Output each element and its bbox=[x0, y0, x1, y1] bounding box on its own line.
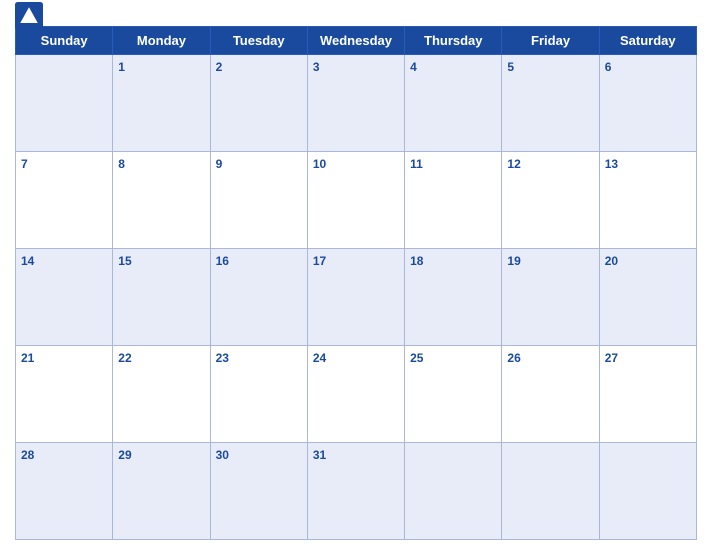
calendar-cell: 9 bbox=[210, 152, 307, 249]
day-number: 19 bbox=[507, 254, 520, 268]
calendar-cell: 20 bbox=[599, 249, 696, 346]
day-number: 8 bbox=[118, 157, 125, 171]
day-number: 27 bbox=[605, 351, 618, 365]
logo bbox=[15, 2, 47, 30]
day-number: 17 bbox=[313, 254, 326, 268]
calendar-cell: 2 bbox=[210, 55, 307, 152]
calendar-cell bbox=[405, 443, 502, 540]
calendar-cell: 13 bbox=[599, 152, 696, 249]
calendar-cell: 21 bbox=[16, 346, 113, 443]
day-number: 6 bbox=[605, 60, 612, 74]
calendar-cell bbox=[16, 55, 113, 152]
week-row-2: 7 8 9 10 11 12 13 bbox=[16, 152, 697, 249]
day-number: 3 bbox=[313, 60, 320, 74]
calendar-cell: 1 bbox=[113, 55, 210, 152]
weekday-tuesday: Tuesday bbox=[210, 27, 307, 55]
day-number: 16 bbox=[216, 254, 229, 268]
day-number: 22 bbox=[118, 351, 131, 365]
day-number: 26 bbox=[507, 351, 520, 365]
calendar-cell: 24 bbox=[307, 346, 404, 443]
logo-icon bbox=[15, 2, 43, 30]
calendar-cell: 5 bbox=[502, 55, 599, 152]
day-number: 9 bbox=[216, 157, 223, 171]
weekday-friday: Friday bbox=[502, 27, 599, 55]
calendar-cell bbox=[599, 443, 696, 540]
day-number: 29 bbox=[118, 448, 131, 462]
calendar-cell: 31 bbox=[307, 443, 404, 540]
calendar-cell: 27 bbox=[599, 346, 696, 443]
calendar-cell: 15 bbox=[113, 249, 210, 346]
weekday-saturday: Saturday bbox=[599, 27, 696, 55]
calendar-cell bbox=[502, 443, 599, 540]
calendar-cell: 14 bbox=[16, 249, 113, 346]
calendar-cell: 22 bbox=[113, 346, 210, 443]
calendar-cell: 28 bbox=[16, 443, 113, 540]
calendar-table: SundayMondayTuesdayWednesdayThursdayFrid… bbox=[15, 26, 697, 540]
weekday-sunday: Sunday bbox=[16, 27, 113, 55]
week-row-3: 14 15 16 17 18 19 20 bbox=[16, 249, 697, 346]
calendar-cell: 8 bbox=[113, 152, 210, 249]
week-row-5: 28 29 30 31 bbox=[16, 443, 697, 540]
calendar-cell: 10 bbox=[307, 152, 404, 249]
calendar-cell: 19 bbox=[502, 249, 599, 346]
weekday-monday: Monday bbox=[113, 27, 210, 55]
week-row-1: 1 2 3 4 5 6 bbox=[16, 55, 697, 152]
calendar-cell: 18 bbox=[405, 249, 502, 346]
weekday-header-row: SundayMondayTuesdayWednesdayThursdayFrid… bbox=[16, 27, 697, 55]
calendar-cell: 29 bbox=[113, 443, 210, 540]
day-number: 28 bbox=[21, 448, 34, 462]
calendar-cell: 17 bbox=[307, 249, 404, 346]
day-number: 1 bbox=[118, 60, 125, 74]
day-number: 20 bbox=[605, 254, 618, 268]
calendar-cell: 23 bbox=[210, 346, 307, 443]
weekday-wednesday: Wednesday bbox=[307, 27, 404, 55]
day-number: 7 bbox=[21, 157, 28, 171]
day-number: 21 bbox=[21, 351, 34, 365]
calendar-cell: 12 bbox=[502, 152, 599, 249]
day-number: 15 bbox=[118, 254, 131, 268]
calendar-cell: 26 bbox=[502, 346, 599, 443]
day-number: 2 bbox=[216, 60, 223, 74]
calendar-cell: 11 bbox=[405, 152, 502, 249]
day-number: 18 bbox=[410, 254, 423, 268]
day-number: 13 bbox=[605, 157, 618, 171]
day-number: 10 bbox=[313, 157, 326, 171]
day-number: 30 bbox=[216, 448, 229, 462]
day-number: 12 bbox=[507, 157, 520, 171]
calendar-header bbox=[15, 10, 697, 22]
day-number: 24 bbox=[313, 351, 326, 365]
calendar-cell: 30 bbox=[210, 443, 307, 540]
day-number: 5 bbox=[507, 60, 514, 74]
day-number: 25 bbox=[410, 351, 423, 365]
calendar-cell: 7 bbox=[16, 152, 113, 249]
weekday-thursday: Thursday bbox=[405, 27, 502, 55]
calendar-cell: 25 bbox=[405, 346, 502, 443]
day-number: 23 bbox=[216, 351, 229, 365]
day-number: 14 bbox=[21, 254, 34, 268]
week-row-4: 21 22 23 24 25 26 27 bbox=[16, 346, 697, 443]
calendar-cell: 16 bbox=[210, 249, 307, 346]
calendar-cell: 4 bbox=[405, 55, 502, 152]
day-number: 31 bbox=[313, 448, 326, 462]
day-number: 11 bbox=[410, 157, 423, 171]
calendar-cell: 6 bbox=[599, 55, 696, 152]
day-number: 4 bbox=[410, 60, 417, 74]
calendar-cell: 3 bbox=[307, 55, 404, 152]
